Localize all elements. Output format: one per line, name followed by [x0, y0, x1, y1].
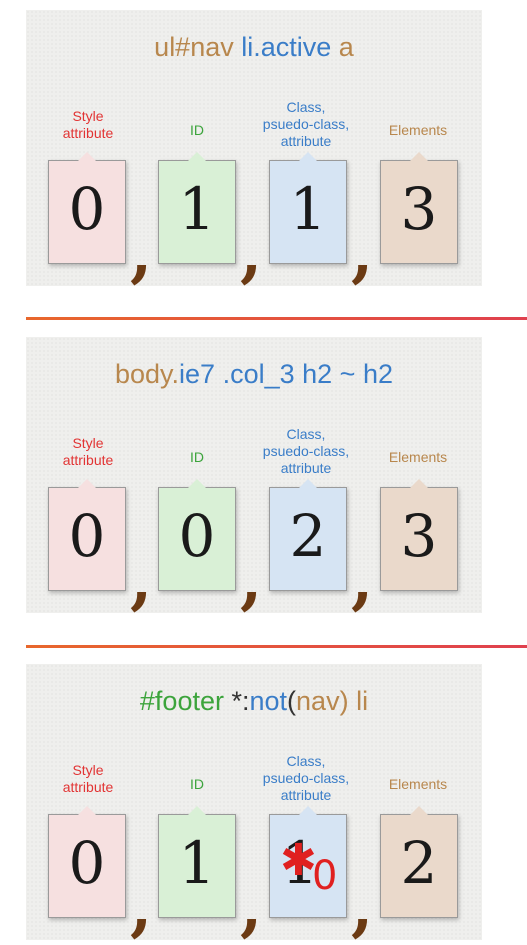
card-tab-notch: [299, 152, 317, 161]
card-tab-notch: [188, 152, 206, 161]
card-class: 2: [269, 479, 347, 591]
category-class: Class, psuedo-class, attribute: [262, 99, 350, 149]
card-tab-notch: [78, 152, 96, 161]
section-divider: [26, 317, 527, 320]
card-value: 3: [400, 502, 438, 570]
card-value: 0: [68, 829, 106, 897]
card-class: 1: [269, 152, 347, 264]
card-value: 2: [289, 502, 327, 570]
category-style-attribute: Style attribute: [62, 762, 114, 795]
selector-part: *:: [231, 686, 250, 716]
selector-part: ul#nav: [154, 32, 242, 62]
card-value: 1: [178, 829, 216, 897]
comma-separator: ,: [351, 216, 374, 291]
category-style-attribute: Style attribute: [62, 108, 114, 141]
specificity-panel-3: #footer *:not(nav) li Style attribute ID…: [26, 664, 482, 940]
comma-separator: ,: [240, 543, 263, 618]
card-id: 1: [158, 806, 236, 918]
card-tab-notch: [410, 479, 428, 488]
comma-separator: ,: [130, 543, 153, 618]
card-style-attribute: 0: [48, 806, 126, 918]
card-tab-notch: [299, 479, 317, 488]
comma-separator: ,: [130, 870, 153, 945]
card-value: 1: [178, 175, 216, 243]
corrected-value: 0: [312, 853, 338, 899]
card-tab-notch: [410, 806, 428, 815]
category-class: Class, psuedo-class, attribute: [262, 753, 350, 803]
card-elements: 3: [380, 479, 458, 591]
card-tab-notch: [188, 806, 206, 815]
card-value: 0: [68, 502, 106, 570]
card-style-attribute: 0: [48, 479, 126, 591]
selector-text: ul#nav li.active a: [26, 32, 482, 63]
selector-part: li.: [241, 32, 261, 62]
selector-part: (: [287, 686, 297, 716]
selector-part: active: [260, 32, 339, 62]
card-elements: 2: [380, 806, 458, 918]
comma-separator: ,: [351, 870, 374, 945]
category-id: ID: [190, 449, 204, 465]
comma-separator: ,: [130, 216, 153, 291]
section-divider: [26, 645, 527, 648]
card-value: 2: [400, 829, 438, 897]
selector-part: not: [249, 686, 288, 716]
category-style-attribute: Style attribute: [62, 435, 114, 468]
selector-text: body.ie7 .col_3 h2 ~ h2: [26, 359, 482, 390]
card-value: 0: [178, 502, 216, 570]
card-tab-notch: [410, 152, 428, 161]
card-style-attribute: 0: [48, 152, 126, 264]
comma-separator: ,: [240, 216, 263, 291]
card-tab-notch: [78, 806, 96, 815]
comma-separator: ,: [240, 870, 263, 945]
card-value: 0: [68, 175, 106, 243]
selector-part: a: [338, 32, 354, 62]
selector-part: h2 ~ h2: [302, 359, 393, 389]
card-value: 3: [400, 175, 438, 243]
category-id: ID: [190, 776, 204, 792]
comma-separator: ,: [351, 543, 374, 618]
card-tab-notch: [299, 806, 317, 815]
card-id: 0: [158, 479, 236, 591]
category-id: ID: [190, 122, 204, 138]
card-id: 1: [158, 152, 236, 264]
card-tab-notch: [188, 479, 206, 488]
specificity-panel-1: ul#nav li.active a Style attribute ID Cl…: [26, 10, 482, 286]
selector-part: ie7 .col_3: [179, 359, 303, 389]
category-elements: Elements: [388, 449, 448, 465]
card-class: 1 ✱ 0: [269, 806, 347, 918]
selector-part: body.: [115, 359, 180, 389]
category-class: Class, psuedo-class, attribute: [262, 426, 350, 476]
specificity-panel-2: body.ie7 .col_3 h2 ~ h2 Style attribute …: [26, 337, 482, 613]
selector-part: nav: [296, 686, 340, 716]
category-elements: Elements: [388, 122, 448, 138]
card-value: 1: [289, 175, 327, 243]
card-elements: 3: [380, 152, 458, 264]
selector-part: ) li: [339, 686, 369, 716]
selector-text: #footer *:not(nav) li: [26, 686, 482, 717]
category-elements: Elements: [388, 776, 448, 792]
selector-part: #footer: [139, 686, 232, 716]
card-tab-notch: [78, 479, 96, 488]
